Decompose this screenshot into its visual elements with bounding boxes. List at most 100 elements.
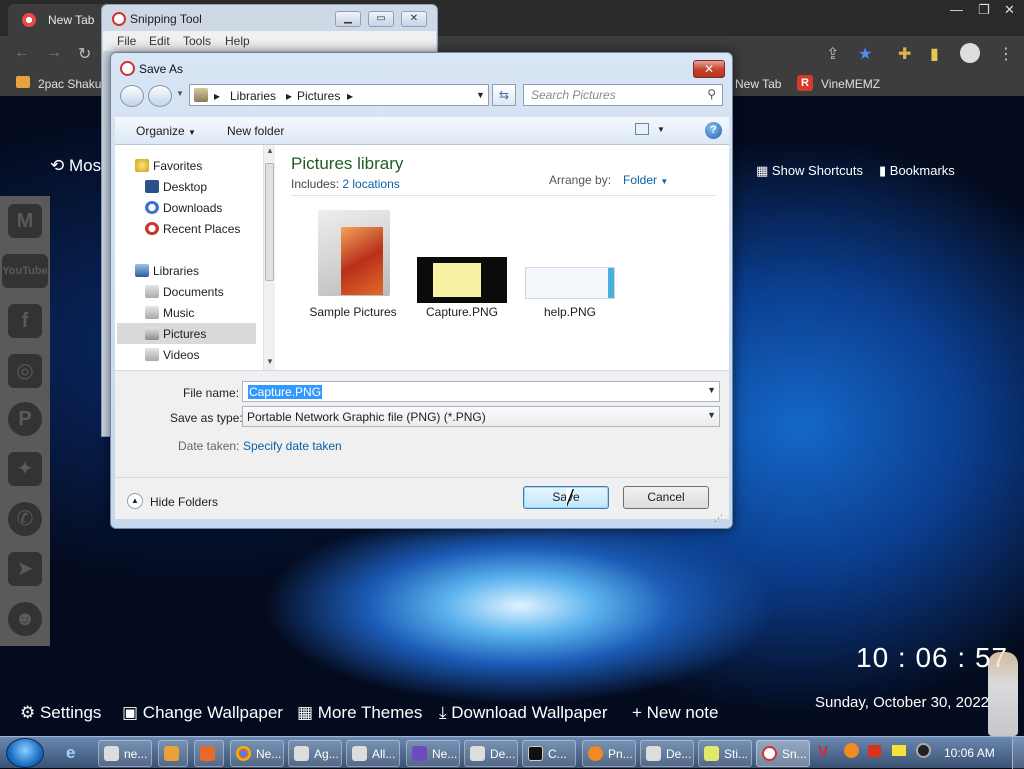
download-wallpaper-button[interactable]: ⤓ Download Wallpaper	[439, 703, 607, 723]
ie-icon[interactable]: e	[66, 743, 75, 763]
taskbar-item[interactable]: Ne...	[230, 740, 284, 767]
taskbar-item[interactable]: All...	[346, 740, 400, 767]
close-icon[interactable]: ✕	[1004, 2, 1015, 18]
file-name-dropdown-icon[interactable]: ▼	[707, 385, 716, 395]
bookmark-vinememz[interactable]: VineMEMZ	[821, 77, 880, 91]
new-folder-button[interactable]: New folder	[227, 124, 284, 138]
tray-clock[interactable]: 10:06 AM	[944, 746, 995, 760]
nav-music[interactable]: Music	[115, 302, 255, 323]
chevron-right-icon[interactable]: ▸	[347, 89, 353, 103]
nav-recent-places[interactable]: Recent Places	[115, 218, 255, 239]
settings-button[interactable]: ⚙ Settings	[20, 703, 101, 723]
cancel-button[interactable]: Cancel	[623, 486, 709, 509]
organize-button[interactable]: Organize ▼	[136, 124, 196, 138]
taskbar-item[interactable]: Ag...	[288, 740, 342, 767]
nav-desktop[interactable]: Desktop	[115, 176, 255, 197]
back-icon[interactable]: ←	[14, 44, 30, 62]
save-type-select[interactable]: Portable Network Graphic file (PNG) (*.P…	[242, 406, 720, 427]
taskbar-item[interactable]: De...	[640, 740, 694, 767]
hide-folders-button[interactable]: Hide Folders	[150, 495, 218, 509]
reddit-icon[interactable]: ☻	[8, 602, 42, 636]
extensions-icon[interactable]: ✚	[898, 44, 911, 64]
menu-edit[interactable]: Edit	[149, 34, 170, 48]
start-button[interactable]	[6, 738, 44, 768]
arrange-by-dropdown[interactable]: Folder ▼	[623, 173, 668, 187]
taskbar-item[interactable]: ne...	[98, 740, 152, 767]
taskbar-item[interactable]: Sti...	[698, 740, 752, 767]
instagram-icon[interactable]: ◎	[8, 354, 42, 388]
menu-help[interactable]: Help	[225, 34, 250, 48]
taskbar-item[interactable]: Sn...	[756, 740, 810, 767]
star-icon[interactable]: ★	[858, 44, 872, 64]
nav-pictures[interactable]: Pictures	[117, 323, 256, 344]
specify-date-link[interactable]: Specify date taken	[243, 439, 342, 453]
taskbar-item[interactable]: Pn...	[582, 740, 636, 767]
menu-icon[interactable]: ⋮	[998, 44, 1014, 64]
chevron-up-icon[interactable]: ▲	[127, 493, 143, 509]
tray-flag-icon[interactable]	[868, 745, 881, 757]
menu-file[interactable]: File	[117, 34, 136, 48]
twitter-icon[interactable]: ✦	[8, 452, 42, 486]
youtube-icon[interactable]: YouTube	[2, 254, 48, 288]
scroll-up-icon[interactable]: ▲	[266, 146, 274, 155]
close-button[interactable]: ✕	[401, 11, 427, 27]
breadcrumb-pictures[interactable]: Pictures	[297, 89, 340, 103]
breadcrumb-libraries[interactable]: Libraries	[230, 89, 276, 103]
refresh-button[interactable]: ⇆	[492, 84, 516, 106]
nav-videos[interactable]: Videos	[115, 344, 255, 365]
taskbar-item[interactable]: Ne...	[406, 740, 460, 767]
share-icon[interactable]: ⇪	[826, 44, 839, 64]
dialog-close-button[interactable]: ✕	[693, 60, 725, 78]
chevron-right-icon[interactable]: ▸	[214, 89, 220, 103]
nav-favorites[interactable]: Favorites	[115, 155, 255, 176]
bookmark-2pac[interactable]: 2pac Shakur	[38, 77, 105, 91]
back-button[interactable]	[120, 85, 144, 107]
view-icon[interactable]	[635, 123, 649, 135]
profile-avatar[interactable]	[960, 43, 980, 63]
search-input[interactable]: Search Pictures ⚲	[523, 84, 723, 106]
menu-tools[interactable]: Tools	[183, 34, 211, 48]
resize-grip-icon[interactable]: ⋰	[714, 513, 723, 524]
telegram-icon[interactable]: ➤	[8, 552, 42, 586]
forward-button[interactable]	[148, 85, 172, 107]
address-dropdown-icon[interactable]: ▼	[476, 90, 485, 100]
show-shortcuts-button[interactable]: ▦ Show Shortcuts	[756, 163, 863, 179]
bookmark-new-tab[interactable]: New Tab	[735, 77, 781, 91]
scroll-down-icon[interactable]: ▼	[266, 357, 274, 366]
restore-icon[interactable]: ❐	[978, 2, 990, 18]
taskbar-item[interactable]: De...	[464, 740, 518, 767]
most-visited-button[interactable]: ⟲ Mos	[50, 156, 101, 176]
bookmarks-button[interactable]: ▮ Bookmarks	[879, 163, 955, 179]
view-dropdown-icon[interactable]: ▼	[657, 125, 665, 134]
tray-note-icon[interactable]	[892, 745, 906, 756]
whatsapp-icon[interactable]: ✆	[8, 502, 42, 536]
sidepanel-icon[interactable]: ▮	[930, 44, 939, 64]
nav-scrollbar[interactable]: ▲ ▼	[263, 145, 275, 370]
tab-new-tab[interactable]: New Tab	[8, 4, 108, 36]
nav-documents[interactable]: Documents	[115, 281, 255, 302]
minimize-icon[interactable]: —	[950, 2, 963, 17]
tray-app-icon[interactable]	[916, 743, 931, 758]
chevron-right-icon[interactable]: ▸	[286, 89, 292, 103]
nav-downloads[interactable]: Downloads	[115, 197, 255, 218]
minimize-button[interactable]: ▁	[335, 11, 361, 27]
scroll-thumb[interactable]	[265, 163, 274, 281]
taskbar-item[interactable]: C...	[522, 740, 576, 767]
gmail-icon[interactable]: M	[8, 204, 42, 238]
pinterest-icon[interactable]: P	[8, 402, 42, 436]
forward-icon[interactable]: →	[46, 44, 62, 62]
recent-locations-icon[interactable]: ▼	[176, 89, 184, 98]
nav-libraries[interactable]: Libraries	[115, 260, 255, 281]
includes-locations-link[interactable]: 2 locations	[342, 177, 399, 191]
maximize-button[interactable]: ▭	[368, 11, 394, 27]
address-bar[interactable]: ▸ Libraries ▸ Pictures ▸ ▼	[189, 84, 489, 106]
tray-v-icon[interactable]: V	[818, 743, 828, 760]
help-icon[interactable]: ?	[705, 122, 722, 139]
facebook-icon[interactable]: f	[8, 304, 42, 338]
change-wallpaper-button[interactable]: ▣ Change Wallpaper	[122, 703, 283, 723]
show-desktop-button[interactable]	[1012, 737, 1024, 769]
tray-search-icon[interactable]	[844, 743, 859, 758]
taskbar-item[interactable]	[194, 740, 224, 767]
reload-icon[interactable]: ↻	[78, 44, 91, 64]
new-note-button[interactable]: + New note	[632, 703, 718, 723]
